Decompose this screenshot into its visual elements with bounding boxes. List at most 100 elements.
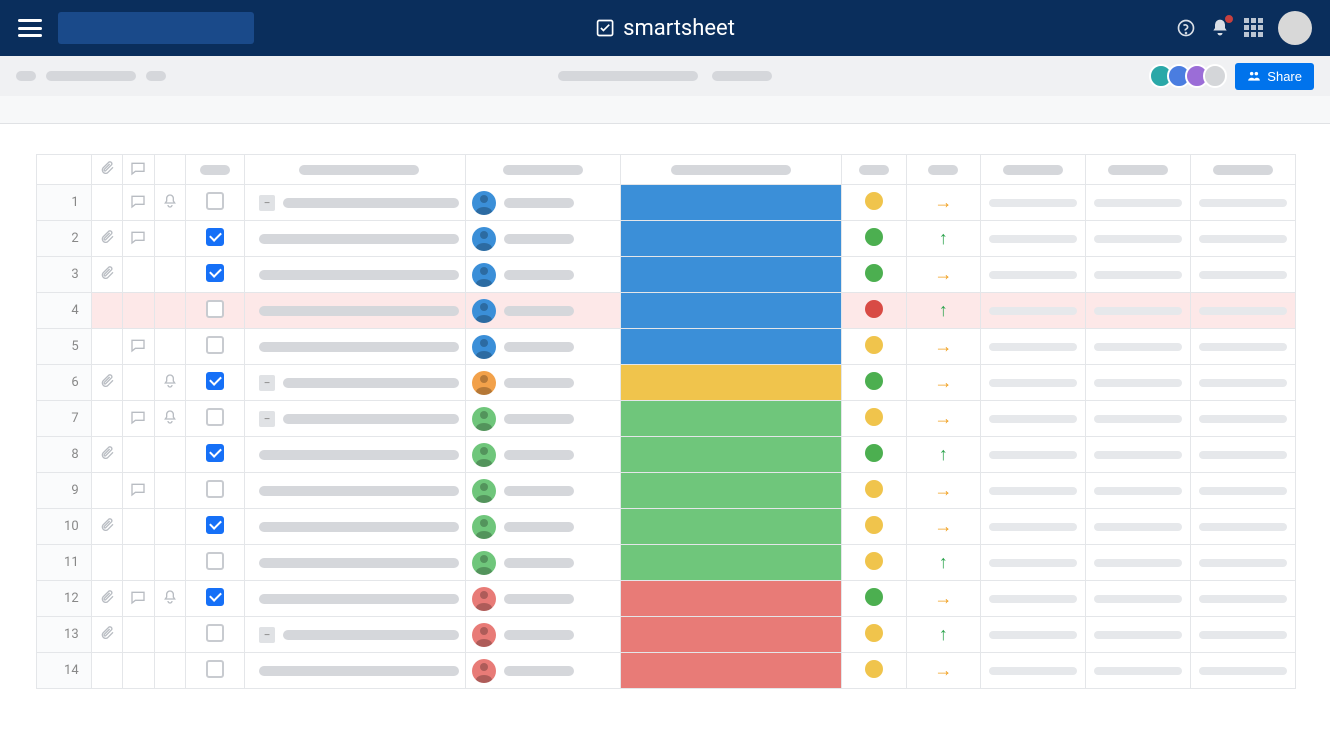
row-checkbox[interactable]: [206, 444, 224, 462]
data-cell[interactable]: [1190, 437, 1295, 473]
data-cell[interactable]: [1190, 653, 1295, 689]
status-cell[interactable]: [621, 617, 842, 653]
data-cell[interactable]: [1085, 221, 1190, 257]
attachment-column-header[interactable]: [91, 155, 123, 185]
row-number[interactable]: 6: [37, 365, 92, 401]
data-cell[interactable]: [980, 257, 1085, 293]
health-cell[interactable]: [841, 257, 906, 293]
health-cell[interactable]: [841, 653, 906, 689]
row-checkbox[interactable]: [206, 192, 224, 210]
task-cell[interactable]: [245, 473, 466, 509]
comment-cell[interactable]: [123, 617, 155, 653]
trend-cell[interactable]: →: [907, 257, 981, 293]
reminder-cell[interactable]: [154, 509, 186, 545]
expand-toggle[interactable]: −: [259, 627, 275, 643]
table-row[interactable]: 4↑: [37, 293, 1296, 329]
checkbox-cell[interactable]: [186, 221, 245, 257]
row-number[interactable]: 5: [37, 329, 92, 365]
reminder-cell[interactable]: [154, 653, 186, 689]
row-checkbox[interactable]: [206, 228, 224, 246]
health-cell[interactable]: [841, 509, 906, 545]
data-cell[interactable]: [980, 437, 1085, 473]
comment-cell[interactable]: [123, 365, 155, 401]
attachment-cell[interactable]: [91, 653, 123, 689]
generic-column-header[interactable]: [980, 155, 1085, 185]
trend-cell[interactable]: →: [907, 509, 981, 545]
assigned-cell[interactable]: [465, 401, 621, 437]
row-checkbox[interactable]: [206, 408, 224, 426]
checkbox-cell[interactable]: [186, 329, 245, 365]
table-row[interactable]: 14 →: [37, 653, 1296, 689]
table-row[interactable]: 7−→: [37, 401, 1296, 437]
attachment-cell[interactable]: [91, 185, 123, 221]
expand-toggle[interactable]: −: [259, 411, 275, 427]
comment-cell[interactable]: [123, 185, 155, 221]
attachment-cell[interactable]: [91, 293, 123, 329]
table-row[interactable]: 13−↑: [37, 617, 1296, 653]
share-button[interactable]: Share: [1235, 63, 1314, 90]
status-cell[interactable]: [621, 473, 842, 509]
assigned-cell[interactable]: [465, 437, 621, 473]
data-cell[interactable]: [1085, 581, 1190, 617]
checkbox-cell[interactable]: [186, 293, 245, 329]
attachment-cell[interactable]: [91, 437, 123, 473]
data-cell[interactable]: [1190, 617, 1295, 653]
data-cell[interactable]: [1190, 473, 1295, 509]
reminder-cell[interactable]: [154, 617, 186, 653]
health-cell[interactable]: [841, 221, 906, 257]
checkbox-cell[interactable]: [186, 365, 245, 401]
attachment-cell[interactable]: [91, 545, 123, 581]
checkbox-cell[interactable]: [186, 509, 245, 545]
assigned-cell[interactable]: [465, 653, 621, 689]
status-column-header[interactable]: [621, 155, 842, 185]
task-cell[interactable]: [245, 293, 466, 329]
expand-toggle[interactable]: −: [259, 195, 275, 211]
checkbox-cell[interactable]: [186, 581, 245, 617]
attachment-cell[interactable]: [91, 401, 123, 437]
data-cell[interactable]: [980, 545, 1085, 581]
data-cell[interactable]: [1085, 293, 1190, 329]
health-column-header[interactable]: [841, 155, 906, 185]
comment-cell[interactable]: [123, 545, 155, 581]
comment-cell[interactable]: [123, 221, 155, 257]
comment-cell[interactable]: [123, 509, 155, 545]
task-cell[interactable]: [245, 545, 466, 581]
task-cell[interactable]: [245, 509, 466, 545]
task-cell[interactable]: [245, 437, 466, 473]
row-checkbox[interactable]: [206, 552, 224, 570]
table-row[interactable]: 10 →: [37, 509, 1296, 545]
reminder-column-header[interactable]: [154, 155, 186, 185]
row-checkbox[interactable]: [206, 264, 224, 282]
row-checkbox[interactable]: [206, 480, 224, 498]
comment-cell[interactable]: [123, 329, 155, 365]
data-cell[interactable]: [1190, 221, 1295, 257]
status-cell[interactable]: [621, 401, 842, 437]
health-cell[interactable]: [841, 473, 906, 509]
trend-cell[interactable]: ↑: [907, 221, 981, 257]
status-cell[interactable]: [621, 329, 842, 365]
trend-cell[interactable]: →: [907, 401, 981, 437]
data-cell[interactable]: [1085, 329, 1190, 365]
data-cell[interactable]: [1085, 437, 1190, 473]
table-row[interactable]: 1−→: [37, 185, 1296, 221]
generic-column-header[interactable]: [1190, 155, 1295, 185]
attachment-cell[interactable]: [91, 329, 123, 365]
data-cell[interactable]: [1085, 653, 1190, 689]
row-number[interactable]: 9: [37, 473, 92, 509]
data-cell[interactable]: [980, 293, 1085, 329]
comment-cell[interactable]: [123, 293, 155, 329]
row-number[interactable]: 2: [37, 221, 92, 257]
row-number[interactable]: 10: [37, 509, 92, 545]
status-cell[interactable]: [621, 653, 842, 689]
row-number[interactable]: 8: [37, 437, 92, 473]
attachment-cell[interactable]: [91, 509, 123, 545]
checkbox-cell[interactable]: [186, 437, 245, 473]
task-cell[interactable]: [245, 329, 466, 365]
trend-cell[interactable]: →: [907, 653, 981, 689]
data-cell[interactable]: [980, 185, 1085, 221]
assigned-cell[interactable]: [465, 221, 621, 257]
row-number[interactable]: 14: [37, 653, 92, 689]
row-checkbox[interactable]: [206, 624, 224, 642]
status-cell[interactable]: [621, 221, 842, 257]
table-row[interactable]: 3→: [37, 257, 1296, 293]
